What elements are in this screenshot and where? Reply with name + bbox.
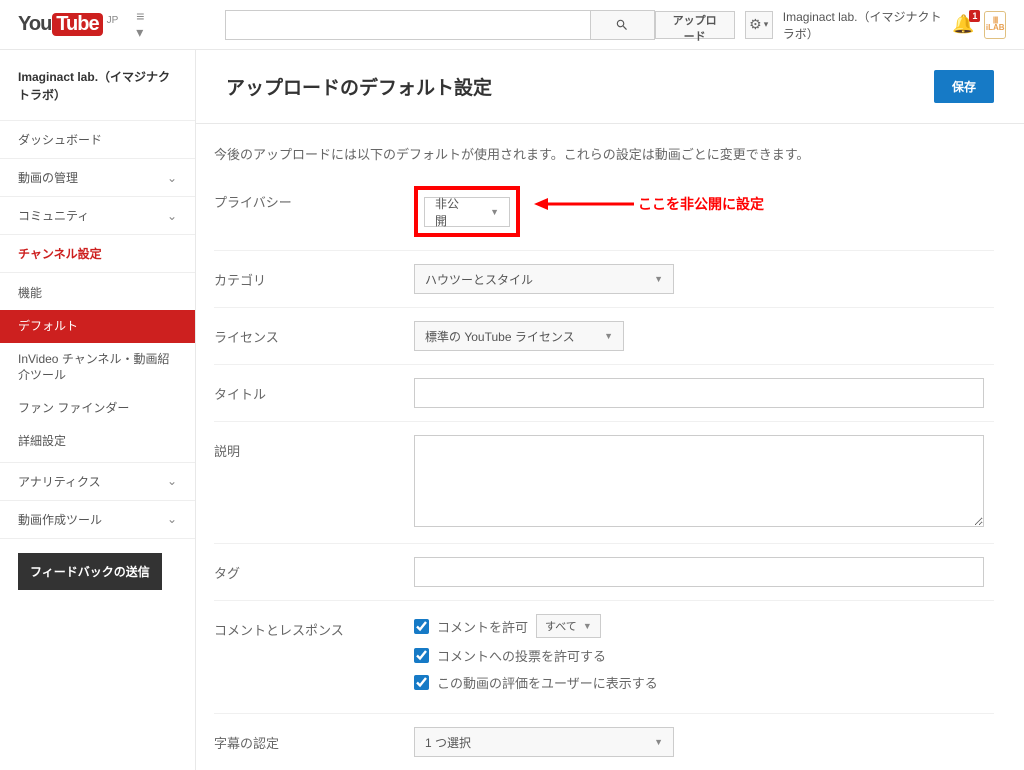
account-name[interactable]: Imaginact lab.（イマジナクトラボ） — [783, 8, 942, 42]
intro-text: 今後のアップロードには以下のデフォルトが使用されます。これらの設定は動画ごとに変… — [214, 124, 1024, 173]
comments-rating-checkbox[interactable] — [414, 675, 429, 690]
description-textarea[interactable] — [414, 435, 984, 527]
sidebar-item-label: 動画作成ツール — [18, 511, 102, 528]
main-header: アップロードのデフォルト設定 保存 — [196, 50, 1024, 124]
sidebar-item-label: 動画の管理 — [18, 169, 78, 186]
sidebar-item-label: チャンネル設定 — [18, 245, 102, 262]
chevron-down-icon: ▼ — [654, 274, 663, 284]
chevron-down-icon: ⌄ — [167, 171, 177, 185]
settings-button[interactable]: ⚙▾ — [745, 11, 773, 39]
comments-scope-value: すべて — [545, 618, 577, 634]
form-row-tags: タグ — [214, 544, 994, 601]
channel-avatar[interactable]: |||||| iLAB — [984, 11, 1006, 39]
form-row-description: 説明 — [214, 422, 994, 544]
page-title: アップロードのデフォルト設定 — [226, 73, 492, 100]
form-row-comments: コメントとレスポンス コメントを許可 すべて ▼ コメントへの投票を許可する — [214, 601, 994, 714]
chevron-down-icon: ▼ — [604, 331, 613, 341]
sidebar-item-label: コミュニティ — [18, 207, 89, 224]
feedback-button[interactable]: フィードバックの送信 — [18, 553, 162, 590]
category-select[interactable]: ハウツーとスタイル ▼ — [414, 264, 674, 294]
sidebar-sub-advanced[interactable]: 詳細設定 — [0, 425, 195, 463]
save-button[interactable]: 保存 — [934, 70, 994, 103]
sidebar-item-community[interactable]: コミュニティ ⌄ — [0, 197, 195, 235]
form-row-title: タイトル — [214, 365, 994, 422]
annotation-callout: ここを非公開に設定 — [534, 194, 764, 214]
title-input[interactable] — [414, 378, 984, 408]
header-right: アップロード ⚙▾ Imaginact lab.（イマジナクトラボ） 🔔 1 |… — [655, 8, 1006, 42]
comments-allow-checkbox[interactable] — [414, 619, 429, 634]
app-header: You Tube JP ≡ ▾ アップロード ⚙▾ Imaginact lab.… — [0, 0, 1024, 50]
sidebar-item-label: ダッシュボード — [18, 131, 102, 148]
form-row-privacy: プライバシー 非公開 ▼ ここを非公開に設定 — [214, 173, 994, 251]
tags-input[interactable] — [414, 557, 984, 587]
search-input[interactable] — [225, 10, 591, 40]
comments-allow-label: コメントを許可 — [437, 617, 528, 636]
search-icon — [615, 18, 629, 32]
search-button[interactable] — [591, 10, 655, 40]
form-row-captions: 字幕の認定 1 つ選択 ▼ — [214, 714, 994, 770]
comments-scope-select[interactable]: すべて ▼ — [536, 614, 601, 638]
upload-button[interactable]: アップロード — [655, 11, 735, 39]
license-select[interactable]: 標準の YouTube ライセンス ▼ — [414, 321, 624, 351]
chevron-down-icon: ▼ — [490, 207, 499, 217]
form-row-category: カテゴリ ハウツーとスタイル ▼ — [214, 251, 994, 308]
comments-vote-label: コメントへの投票を許可する — [437, 646, 606, 665]
captions-select[interactable]: 1 つ選択 ▼ — [414, 727, 674, 757]
label-captions: 字幕の認定 — [214, 727, 414, 752]
category-value: ハウツーとスタイル — [425, 271, 533, 288]
chevron-down-icon: ⌄ — [167, 209, 177, 223]
chevron-down-icon: ⌄ — [167, 474, 177, 488]
license-value: 標準の YouTube ライセンス — [425, 328, 575, 345]
sidebar-item-analytics[interactable]: アナリティクス ⌄ — [0, 463, 195, 501]
chevron-down-icon: ⌄ — [167, 512, 177, 526]
notifications-button[interactable]: 🔔 1 — [952, 14, 974, 35]
label-tags: タグ — [214, 557, 414, 582]
privacy-value: 非公開 — [435, 195, 470, 229]
search-form — [225, 10, 655, 40]
sidebar-sub-defaults[interactable]: デフォルト — [0, 310, 195, 343]
notification-badge: 1 — [969, 10, 980, 22]
sidebar-sub-fanfinder[interactable]: ファン ファインダー — [0, 392, 195, 425]
annotation-text: ここを非公開に設定 — [638, 194, 764, 214]
region-label: JP — [107, 15, 119, 26]
label-title: タイトル — [214, 378, 414, 403]
label-category: カテゴリ — [214, 264, 414, 289]
label-comments: コメントとレスポンス — [214, 614, 414, 639]
sidebar-sub-features[interactable]: 機能 — [0, 273, 195, 310]
chevron-down-icon: ▾ — [764, 19, 769, 30]
sidebar-sub-invideo[interactable]: InVideo チャンネル・動画紹介ツール — [0, 343, 195, 393]
chevron-down-icon: ▼ — [654, 737, 663, 747]
chevron-down-icon: ▼ — [583, 621, 592, 631]
label-license: ライセンス — [214, 321, 414, 346]
captions-value: 1 つ選択 — [425, 734, 471, 751]
label-privacy: プライバシー — [214, 186, 414, 211]
menu-icon[interactable]: ≡ ▾ — [136, 8, 152, 41]
comments-vote-row: コメントへの投票を許可する — [414, 646, 994, 665]
annotation-arrow-icon — [534, 194, 634, 214]
avatar-text: iLAB — [986, 24, 1005, 32]
privacy-highlight-box: 非公開 ▼ — [414, 186, 520, 237]
comments-allow-row: コメントを許可 すべて ▼ — [414, 614, 994, 638]
sidebar-item-creation-tools[interactable]: 動画作成ツール ⌄ — [0, 501, 195, 539]
form-row-license: ライセンス 標準の YouTube ライセンス ▼ — [214, 308, 994, 365]
logo-you-text: You — [18, 13, 51, 36]
form-area: プライバシー 非公開 ▼ ここを非公開に設定 — [196, 173, 1024, 770]
youtube-logo: You Tube — [18, 13, 103, 36]
sidebar-item-channel-settings[interactable]: チャンネル設定 — [0, 235, 195, 273]
comments-vote-checkbox[interactable] — [414, 648, 429, 663]
comments-rating-row: この動画の評価をユーザーに表示する — [414, 673, 994, 692]
logo-wrap[interactable]: You Tube JP — [18, 13, 118, 36]
main-content: アップロードのデフォルト設定 保存 今後のアップロードには以下のデフォルトが使用… — [195, 50, 1024, 770]
logo-tube-text: Tube — [52, 13, 102, 36]
sidebar: Imaginact lab.（イマジナクトラボ） ダッシュボード 動画の管理 ⌄… — [0, 50, 195, 770]
sidebar-channel-name[interactable]: Imaginact lab.（イマジナクトラボ） — [0, 68, 195, 120]
sidebar-item-dashboard[interactable]: ダッシュボード — [0, 120, 195, 159]
comments-rating-label: この動画の評価をユーザーに表示する — [437, 673, 658, 692]
privacy-select[interactable]: 非公開 ▼ — [424, 197, 510, 227]
gear-icon: ⚙ — [749, 16, 762, 33]
label-description: 説明 — [214, 435, 414, 460]
sidebar-item-label: アナリティクス — [18, 473, 101, 490]
sidebar-item-video-manager[interactable]: 動画の管理 ⌄ — [0, 159, 195, 197]
